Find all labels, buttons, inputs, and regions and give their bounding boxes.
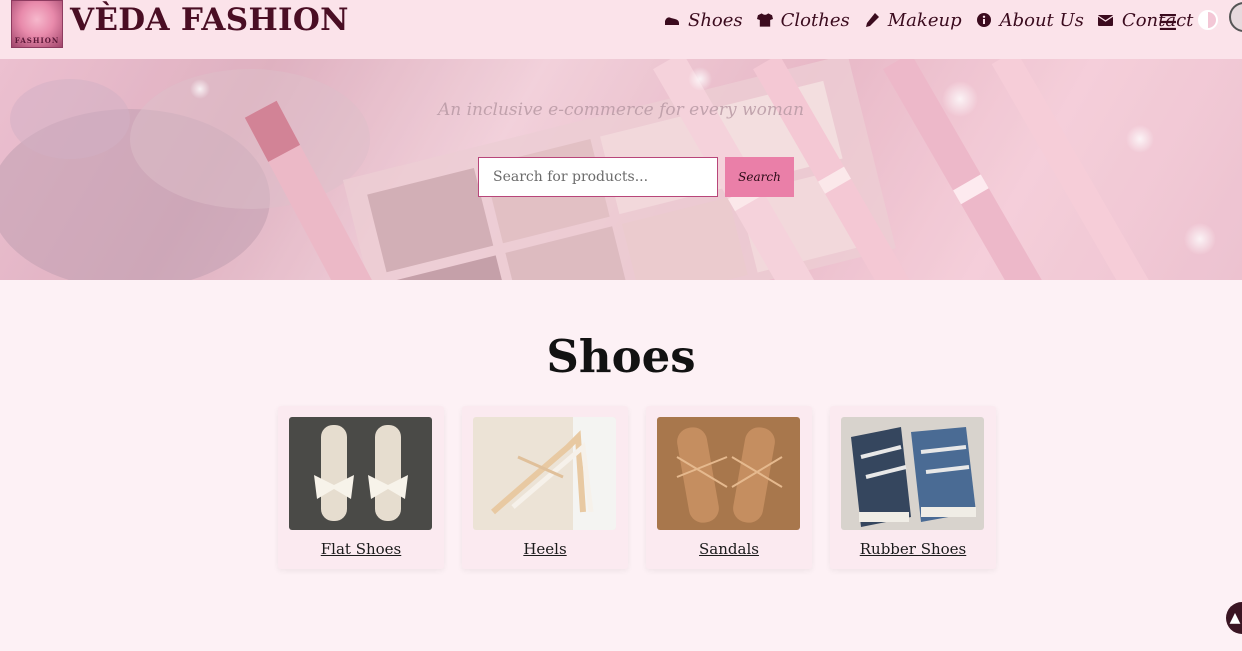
menu-icon[interactable]: ☰: [1158, 11, 1178, 36]
hero-banner: An inclusive e-commerce for every woman …: [0, 59, 1242, 280]
user-avatar[interactable]: [1229, 2, 1242, 32]
info-icon: [976, 12, 992, 28]
main-nav: Shoes Clothes Makeup About Us Contact: [664, 8, 1207, 32]
search-button[interactable]: Search: [725, 157, 794, 197]
nav-label: Makeup: [887, 9, 962, 31]
heels-image[interactable]: [473, 417, 616, 530]
section-title: Shoes: [546, 330, 696, 383]
category-card-flat-shoes[interactable]: Flat Shoes: [278, 406, 444, 569]
category-cards: Flat Shoes Heels Sandals Rubber Shoes: [278, 406, 1014, 569]
nav-label: About Us: [999, 9, 1084, 31]
site-header: FASHION VÈDA FASHION Shoes Clothes Makeu…: [0, 0, 1242, 59]
flat-shoes-image[interactable]: [289, 417, 432, 530]
nav-label: Shoes: [688, 9, 743, 31]
category-label[interactable]: Sandals: [646, 540, 812, 558]
scroll-to-top-icon[interactable]: ▲: [1226, 602, 1242, 634]
nav-item-contact[interactable]: Contact: [1098, 10, 1193, 31]
logo-text: FASHION: [14, 36, 60, 45]
nav-item-clothes[interactable]: Clothes: [756, 9, 850, 31]
category-label[interactable]: Heels: [462, 540, 628, 558]
nav-item-makeup[interactable]: Makeup: [864, 10, 962, 31]
category-label[interactable]: Flat Shoes: [278, 540, 444, 558]
hero-tagline: An inclusive e-commerce for every woman: [437, 100, 805, 120]
category-card-sandals[interactable]: Sandals: [646, 406, 812, 569]
brush-icon: [864, 12, 880, 28]
category-card-rubber-shoes[interactable]: Rubber Shoes: [830, 406, 996, 569]
envelope-icon: [1098, 12, 1114, 28]
nav-label: Clothes: [780, 9, 850, 31]
tshirt-icon: [756, 12, 773, 28]
category-card-heels[interactable]: Heels: [462, 406, 628, 569]
theme-toggle-icon[interactable]: [1198, 10, 1218, 30]
search-input[interactable]: [478, 157, 718, 197]
shoe-icon: [664, 12, 680, 28]
nav-item-shoes[interactable]: Shoes: [664, 10, 743, 31]
nav-item-about[interactable]: About Us: [976, 10, 1084, 31]
category-label[interactable]: Rubber Shoes: [830, 540, 996, 558]
rubber-shoes-image[interactable]: [841, 417, 984, 530]
brand-name[interactable]: VÈDA FASHION: [70, 2, 349, 38]
sandals-image[interactable]: [657, 417, 800, 530]
brand-logo[interactable]: FASHION: [11, 0, 63, 48]
